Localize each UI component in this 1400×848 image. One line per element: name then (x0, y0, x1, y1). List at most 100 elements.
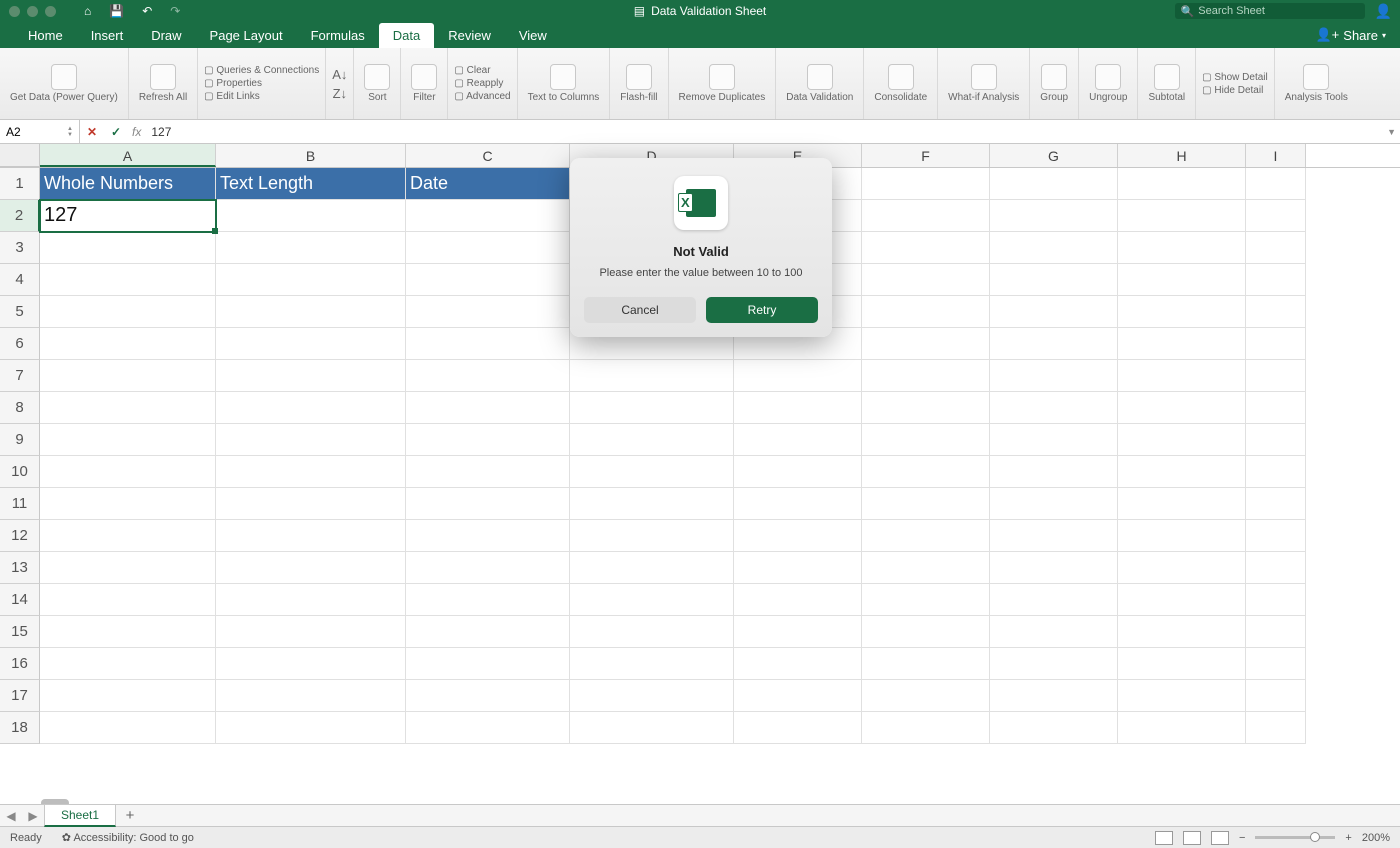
column-header-a[interactable]: A (40, 144, 216, 167)
formula-expand-icon[interactable]: ▼ (1387, 127, 1396, 137)
cell[interactable] (990, 552, 1118, 584)
cell[interactable] (40, 360, 216, 392)
cell[interactable] (216, 392, 406, 424)
cell[interactable] (1118, 232, 1246, 264)
retry-button[interactable]: Retry (706, 297, 818, 323)
cell[interactable] (862, 168, 990, 200)
cell[interactable] (1246, 328, 1306, 360)
tab-insert[interactable]: Insert (77, 23, 138, 48)
cell[interactable] (1246, 232, 1306, 264)
cell[interactable] (1118, 648, 1246, 680)
cell[interactable] (990, 392, 1118, 424)
cell[interactable] (1246, 488, 1306, 520)
cell[interactable] (990, 168, 1118, 200)
name-box[interactable]: A2 ▲▼ (0, 120, 80, 143)
row-header[interactable]: 2 (0, 200, 40, 232)
queries-button[interactable]: ▢ Queries & Connections (204, 65, 319, 76)
cell[interactable] (40, 584, 216, 616)
column-header-b[interactable]: B (216, 144, 406, 167)
row-header[interactable]: 12 (0, 520, 40, 552)
cell[interactable] (1246, 648, 1306, 680)
zoom-in-button[interactable]: + (1345, 832, 1351, 844)
cell[interactable] (570, 616, 734, 648)
cell[interactable] (862, 456, 990, 488)
filter-button[interactable]: Filter (401, 48, 448, 119)
cell[interactable] (1118, 584, 1246, 616)
cell[interactable] (406, 200, 570, 232)
page-layout-view-button[interactable] (1183, 831, 1201, 845)
cell[interactable] (734, 680, 862, 712)
normal-view-button[interactable] (1155, 831, 1173, 845)
data-validation-button[interactable]: Data Validation (776, 48, 864, 119)
cell[interactable] (1246, 456, 1306, 488)
cell[interactable] (40, 392, 216, 424)
cell[interactable] (40, 648, 216, 680)
fx-icon[interactable]: fx (132, 125, 141, 139)
cell[interactable] (990, 296, 1118, 328)
sort-desc-icon[interactable]: Z↓ (333, 86, 347, 101)
horizontal-scrollbar[interactable] (41, 799, 69, 804)
cell[interactable] (1118, 488, 1246, 520)
cell[interactable] (862, 552, 990, 584)
row-header[interactable]: 6 (0, 328, 40, 360)
cell[interactable] (734, 584, 862, 616)
cell[interactable] (216, 328, 406, 360)
cell[interactable] (40, 264, 216, 296)
zoom-out-button[interactable]: − (1239, 832, 1245, 844)
column-header-h[interactable]: H (1118, 144, 1246, 167)
close-window-icon[interactable] (9, 6, 20, 17)
cell[interactable] (862, 424, 990, 456)
analysis-tools-button[interactable]: Analysis Tools (1275, 48, 1358, 119)
cell[interactable]: Text Length (216, 168, 406, 200)
row-header[interactable]: 17 (0, 680, 40, 712)
row-header[interactable]: 1 (0, 168, 40, 200)
minimize-window-icon[interactable] (27, 6, 38, 17)
cell[interactable] (1118, 552, 1246, 584)
cell[interactable] (406, 232, 570, 264)
cell[interactable] (862, 328, 990, 360)
cell[interactable] (216, 232, 406, 264)
cell[interactable] (406, 488, 570, 520)
cell[interactable] (216, 584, 406, 616)
column-header-g[interactable]: G (990, 144, 1118, 167)
cell[interactable] (990, 648, 1118, 680)
cell[interactable] (406, 424, 570, 456)
cell[interactable] (216, 200, 406, 232)
cell[interactable] (570, 584, 734, 616)
cell[interactable] (734, 456, 862, 488)
cell[interactable] (990, 584, 1118, 616)
cell[interactable] (862, 648, 990, 680)
search-sheet-input[interactable]: 🔍 Search Sheet (1175, 3, 1365, 19)
cell[interactable] (1246, 520, 1306, 552)
undo-icon[interactable]: ↶ (142, 4, 152, 18)
get-data-button[interactable]: Get Data (Power Query) (0, 48, 129, 119)
cell[interactable] (734, 648, 862, 680)
row-header[interactable]: 4 (0, 264, 40, 296)
accessibility-status[interactable]: ✿ Accessibility: Good to go (62, 831, 194, 844)
cell[interactable] (734, 360, 862, 392)
edit-links-button[interactable]: ▢ Edit Links (204, 91, 260, 102)
cell[interactable] (216, 680, 406, 712)
cell[interactable] (1118, 168, 1246, 200)
cell[interactable] (40, 712, 216, 744)
row-header[interactable]: 8 (0, 392, 40, 424)
cell[interactable] (1118, 264, 1246, 296)
cell[interactable] (734, 392, 862, 424)
cell[interactable] (406, 392, 570, 424)
sort-asc-icon[interactable]: A↓ (332, 67, 347, 82)
show-detail-button[interactable]: ▢ Show Detail (1202, 72, 1268, 83)
cell[interactable] (40, 232, 216, 264)
cell[interactable] (40, 680, 216, 712)
row-header[interactable]: 18 (0, 712, 40, 744)
cell[interactable] (1118, 200, 1246, 232)
cell[interactable] (862, 520, 990, 552)
cell[interactable] (862, 360, 990, 392)
cell[interactable] (1246, 584, 1306, 616)
cell[interactable] (1118, 328, 1246, 360)
cell[interactable] (1246, 296, 1306, 328)
cell[interactable] (734, 552, 862, 584)
cell[interactable] (1118, 456, 1246, 488)
cell[interactable] (1246, 264, 1306, 296)
cell[interactable] (862, 488, 990, 520)
cell[interactable] (216, 488, 406, 520)
